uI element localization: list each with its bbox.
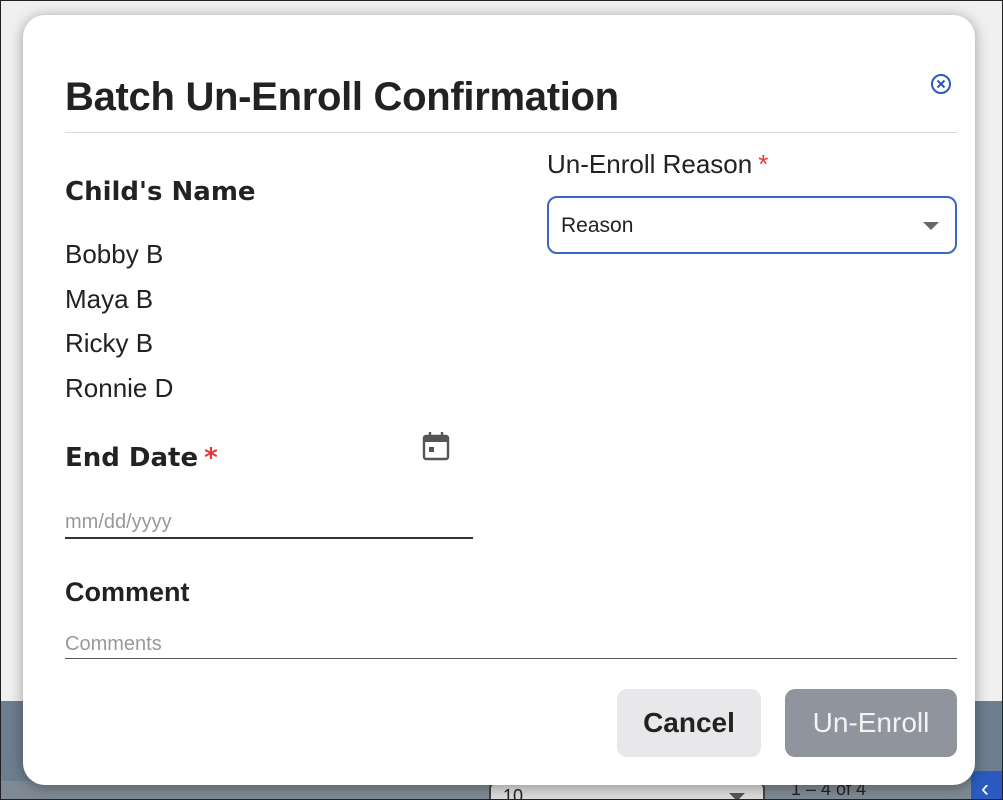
unenroll-reason-select[interactable]: Reason xyxy=(547,196,957,254)
unenroll-button[interactable]: Un-Enroll xyxy=(785,689,957,757)
rows-per-page-value: 10 xyxy=(503,786,524,800)
list-item: Bobby B xyxy=(65,239,164,269)
title-divider xyxy=(65,132,957,133)
app-frame: 10 1 – 4 of 4 ‹ Batch Un-Enroll Confirma… xyxy=(0,0,1003,800)
required-asterisk: * xyxy=(204,443,218,473)
dropdown-arrow-icon xyxy=(923,222,939,230)
chevron-down-icon xyxy=(729,793,745,799)
end-date-input[interactable] xyxy=(65,507,473,539)
list-item: Ronnie D xyxy=(65,372,174,403)
list-item: Maya B xyxy=(65,283,154,314)
list-item: Ricky B xyxy=(65,328,154,358)
required-asterisk: * xyxy=(758,149,769,179)
end-date-label: End Date * xyxy=(65,443,218,473)
comment-label: Comment xyxy=(65,577,190,607)
unenroll-reason-value: Reason xyxy=(561,214,634,237)
unenroll-reason-label-text: Un-Enroll Reason xyxy=(547,149,753,179)
close-icon[interactable] xyxy=(930,73,952,95)
childs-name-label: Child's Name xyxy=(65,177,256,207)
calendar-icon[interactable] xyxy=(419,429,453,463)
comment-input[interactable] xyxy=(65,630,957,659)
child-list: Bobby B Maya B Ricky B Ronnie D xyxy=(65,237,173,415)
unenroll-reason-label: Un-Enroll Reason * xyxy=(547,149,768,180)
cancel-button[interactable]: Cancel xyxy=(617,689,761,757)
end-date-label-text: End Date xyxy=(65,443,199,473)
dialog-title: Batch Un-Enroll Confirmation xyxy=(65,75,619,119)
chevron-left-icon: ‹ xyxy=(981,775,989,800)
batch-unenroll-dialog: Batch Un-Enroll Confirmation Child's Nam… xyxy=(23,15,975,785)
pagination-prev-button[interactable]: ‹ xyxy=(971,771,1002,800)
